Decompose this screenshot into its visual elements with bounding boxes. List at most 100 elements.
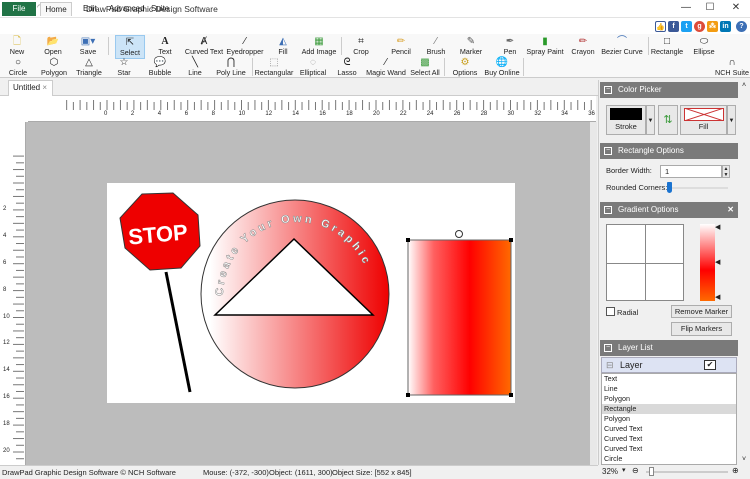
layer-item-selected[interactable]: Rectangle [602,404,736,414]
resize-handle[interactable] [406,393,410,397]
resize-handle[interactable] [509,238,513,242]
collapse-icon[interactable]: ⊟ [606,358,614,372]
tool-line[interactable]: ╲ Line [188,57,202,77]
close-button[interactable]: ✕ [726,2,746,16]
facebook-icon[interactable]: f [668,21,679,32]
tool-pencil[interactable]: ✏ Pencil [391,36,411,56]
border-width-spinner[interactable]: ▲ ▼ [722,165,730,178]
layer-item[interactable]: Polygon [602,414,736,424]
tool-poly-line[interactable]: ⋂ Poly Line [216,57,246,77]
slider-thumb[interactable] [667,182,672,193]
tool-rectangle[interactable]: □ Rectangle [651,36,683,56]
tool-buy-online[interactable]: 🌐 Buy Online [484,57,519,77]
share-icon[interactable]: ⁂ [707,21,718,32]
gradient-marker-icon[interactable]: ◀ [715,223,720,231]
layer-item[interactable]: Line [602,384,736,394]
layer-visible-checkbox[interactable]: ✔ [704,360,716,370]
tool-add-image[interactable]: ▦ Add Image [302,36,337,56]
tab-file[interactable]: File [2,2,36,16]
layer-item[interactable]: Polygon [602,394,736,404]
scroll-up-icon[interactable]: ˄ [742,82,746,89]
zoom-dropdown-icon[interactable]: ▾ [622,466,626,474]
help-icon[interactable]: ? [736,21,747,32]
fill-button[interactable]: Fill [680,105,727,135]
maximize-button[interactable]: ☐ [700,2,720,16]
collapse-icon[interactable]: − [604,344,612,352]
tool-nch-suite[interactable]: ∩ NCH Suite [715,57,749,77]
tool-ellipse[interactable]: ⬭ Ellipse [693,36,714,56]
resize-handle[interactable] [406,238,410,242]
rounded-corners-slider[interactable] [668,187,728,189]
gradient-bar[interactable] [700,224,715,301]
rectangle-options-header[interactable]: − Rectangle Options [600,143,738,159]
stop-text[interactable]: STOP [127,219,188,249]
tool-marker[interactable]: ✎ Marker [460,36,482,56]
rotate-handle-icon[interactable] [455,230,463,238]
linkedin-icon[interactable]: in [720,21,731,32]
gradient-options-header[interactable]: − Gradient Options ✕ [600,202,738,218]
tool-text[interactable]: A Text [158,36,171,56]
tool-curved-text[interactable]: Ⱥ Curved Text [185,36,223,56]
zoom-in-icon[interactable]: ⊕ [732,466,739,475]
tool-open[interactable]: 📂 Open [44,36,62,56]
layer-item[interactable]: Curved Text [602,424,736,434]
remove-marker-button[interactable]: Remove Marker [671,305,732,318]
fill-dropdown[interactable]: ▼ [727,105,736,135]
zoom-out-icon[interactable]: ⊖ [632,466,639,475]
drawing-page[interactable]: STOP Create Your Own Graphic [107,183,515,403]
tool-triangle[interactable]: △ Triangle [76,57,102,77]
minimize-button[interactable]: — [676,2,696,16]
stroke-button[interactable]: Stroke [606,105,646,135]
gradient-marker-icon[interactable]: ◀ [715,258,720,266]
zoom-value[interactable]: 32% [602,467,618,476]
panel-scrollbar[interactable]: ˄ ˅ [740,80,750,465]
tool-select-all[interactable]: ▩ Select All [410,57,440,77]
border-width-input[interactable]: 1 [660,165,722,178]
canvas-scrollbar[interactable] [590,122,597,465]
tool-bubble[interactable]: 💬 Bubble [149,57,171,77]
gradient-direction-grid[interactable] [606,224,684,301]
document-tab-untitled[interactable]: Untitled × [8,80,53,96]
layer-item[interactable]: Curved Text [602,444,736,454]
tool-crayon[interactable]: ✏ Crayon [571,36,594,56]
tool-eyedropper[interactable]: ⁄ Eyedropper [226,36,263,56]
sign-pole-line[interactable] [164,271,192,393]
tool-elliptical-select[interactable]: ◌ Elliptical [300,57,326,77]
layer-list-header[interactable]: − Layer List [600,340,738,356]
like-icon[interactable]: 👍 [655,21,666,32]
twitter-icon[interactable]: t [681,21,692,32]
zoom-slider[interactable] [646,471,728,473]
tab-suite[interactable]: Suite [145,2,175,16]
layer-item[interactable]: Text [602,374,736,384]
tool-circle[interactable]: ○ Circle [9,57,27,77]
layer-item[interactable]: Curved Text [602,434,736,444]
tool-save[interactable]: ▣▾ Save [80,36,96,56]
tool-lasso[interactable]: ᘓ Lasso [337,57,356,77]
layer-item[interactable]: Circle [602,454,736,464]
tab-home[interactable]: Home [40,2,72,16]
collapse-icon[interactable]: − [604,206,612,214]
flip-markers-button[interactable]: Flip Markers [671,322,732,336]
resize-handle[interactable] [509,393,513,397]
tool-fill[interactable]: ◭ Fill [278,36,287,56]
tool-polygon[interactable]: ⬡ Polygon [41,57,67,77]
gradient-rectangle[interactable] [407,239,512,396]
googleplus-icon[interactable]: g [694,21,705,32]
zoom-slider-thumb[interactable] [649,467,654,476]
gradient-marker-icon[interactable]: ◀ [715,293,720,301]
tool-select[interactable]: ⇱ Select [115,35,145,59]
layer-row[interactable]: ⊟ Layer ✔ [601,357,737,373]
collapse-icon[interactable]: − [604,86,612,94]
color-picker-header[interactable]: − Color Picker [600,82,738,98]
radial-checkbox[interactable] [606,307,615,316]
tool-star[interactable]: ☆ Star [117,57,130,77]
tool-magic-wand[interactable]: ⁄ Magic Wand [366,57,406,77]
tab-edit[interactable]: Edit [77,2,103,16]
stroke-dropdown[interactable]: ▼ [646,105,655,135]
tool-bezier-curve[interactable]: ⌒ Bezier Curve [601,36,643,56]
collapse-icon[interactable]: − [604,147,612,155]
tool-new[interactable]: 🗋 New [10,36,24,56]
tool-pen[interactable]: ✒ Pen [504,36,517,56]
close-icon[interactable]: ✕ [727,202,734,218]
tool-spray-paint[interactable]: ▮ Spray Paint [526,36,563,56]
